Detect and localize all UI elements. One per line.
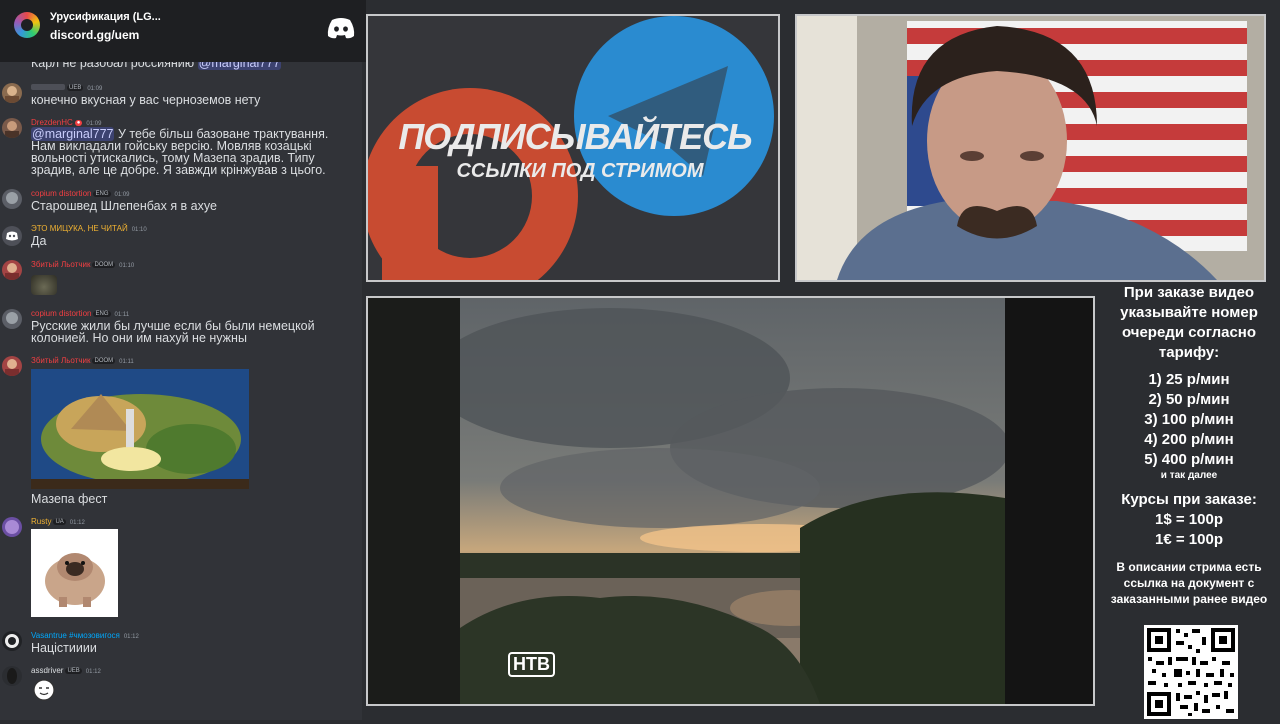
username[interactable]: assdriver UEB 01:12 — [31, 666, 101, 675]
tariff-item: 5) 400 р/мин — [1144, 451, 1234, 468]
chat-panel: Карл не разобал россиянию @marginal777 U… — [0, 0, 362, 720]
username[interactable]: DrezdenHC ● 01:09 — [31, 118, 101, 127]
message-text: @marginal777 У тебе більш базоване тракт… — [31, 127, 329, 177]
role-badge: ● — [74, 119, 83, 126]
avatar[interactable] — [2, 631, 22, 651]
discord-icon — [326, 16, 356, 45]
username[interactable]: ЭТО МИЦУКА, НЕ ЧИТАЙ 01:10 — [31, 224, 147, 233]
attached-image[interactable] — [31, 369, 249, 489]
username[interactable]: copium distortion ENG 01:11 — [31, 309, 129, 318]
avatar[interactable] — [2, 356, 22, 376]
timestamp: 01:11 — [119, 359, 134, 365]
username[interactable]: Rusty UA 01:12 — [31, 517, 85, 526]
message-text: Русские жили бы лучше если бы были немец… — [31, 319, 315, 345]
server-name: Урусификация (LG... — [50, 11, 161, 23]
role-badge: UEB — [67, 84, 84, 91]
avatar[interactable] — [2, 226, 22, 246]
webcam-feed — [795, 14, 1266, 282]
channel-logo: НТВ — [508, 652, 555, 677]
server-header[interactable]: Урусификация (LG... discord.gg/uem — [0, 0, 366, 62]
emoji-icon — [32, 678, 56, 707]
username[interactable]: UEB 01:09 — [31, 83, 102, 92]
discord-icon — [6, 231, 18, 241]
message-text: Мазепа фест — [31, 492, 108, 506]
username[interactable]: copium distortion ENG 01:09 — [31, 189, 130, 198]
avatar[interactable] — [2, 83, 22, 103]
role-badge: DOOM — [92, 261, 116, 268]
tariff-item: 3) 100 р/мин — [1144, 411, 1234, 428]
avatar[interactable] — [2, 666, 22, 686]
username-blur — [31, 84, 65, 90]
video-player[interactable]: НТВ — [366, 296, 1095, 706]
avatar[interactable] — [2, 118, 22, 138]
tariff-item: 2) 50 р/мин — [1148, 391, 1230, 408]
video-frame — [460, 298, 1005, 704]
qr-code[interactable] — [1144, 625, 1238, 719]
username[interactable]: Збитый Льотчик DOOM 01:11 — [31, 356, 134, 365]
tariff-item: 1) 25 р/мин — [1148, 371, 1230, 388]
timestamp: 01:10 — [131, 227, 147, 233]
timestamp: 01:09 — [87, 86, 103, 92]
role-badge: ENG — [93, 310, 111, 317]
avatar[interactable] — [2, 189, 22, 209]
order-heading: При заказе видео указывайте номер очеред… — [1120, 284, 1258, 361]
rate-item: 1€ = 100р — [1155, 531, 1223, 548]
avatar[interactable] — [2, 517, 22, 537]
role-badge: DOOM — [92, 357, 116, 364]
tariff-etc: и так далее — [1160, 470, 1218, 481]
message-text: Старошвед Шлепенбах я в ахуе — [31, 199, 217, 213]
rate-item: 1$ = 100р — [1155, 511, 1223, 528]
timestamp: 01:12 — [85, 669, 101, 675]
role-badge: UEB — [65, 667, 82, 674]
role-badge: UA — [53, 518, 66, 525]
username[interactable]: Vasantrue #чмозовигося 01:12 — [31, 631, 139, 640]
timestamp: 01:12 — [69, 520, 85, 526]
message-text: Націстииии — [31, 641, 97, 655]
username[interactable]: Збитый Льотчик DOOM 01:10 — [31, 260, 134, 269]
timestamp: 01:10 — [119, 263, 135, 269]
avatar[interactable] — [2, 260, 22, 280]
timestamp: 01:12 — [123, 634, 139, 640]
sticker-image[interactable] — [31, 529, 118, 617]
timestamp: 01:09 — [114, 192, 130, 198]
message-text: Да — [31, 234, 47, 248]
tariff-item: 4) 200 р/мин — [1144, 431, 1234, 448]
server-invite-link[interactable]: discord.gg/uem — [50, 28, 139, 42]
promo-title: ПОДПИСЫВАЙТЕСЬ — [398, 116, 752, 157]
rates-title: Курсы при заказе: — [1121, 491, 1257, 508]
server-icon[interactable] — [14, 12, 40, 38]
sticker-image[interactable] — [31, 275, 57, 295]
promo-subtitle: ССЫЛКИ ПОД СТРИМОМ — [456, 160, 704, 182]
message-text: конечно вкусная у вас черноземов нету — [31, 93, 261, 107]
timestamp: 01:11 — [114, 312, 130, 318]
promo-banner: ПОДПИСЫВАЙТЕСЬ ССЫЛКИ ПОД СТРИМОМ — [366, 14, 780, 282]
avatar[interactable] — [2, 309, 22, 329]
role-badge: ENG — [93, 190, 111, 197]
document-note: В описании стрима есть ссылка на докумен… — [1110, 560, 1268, 606]
